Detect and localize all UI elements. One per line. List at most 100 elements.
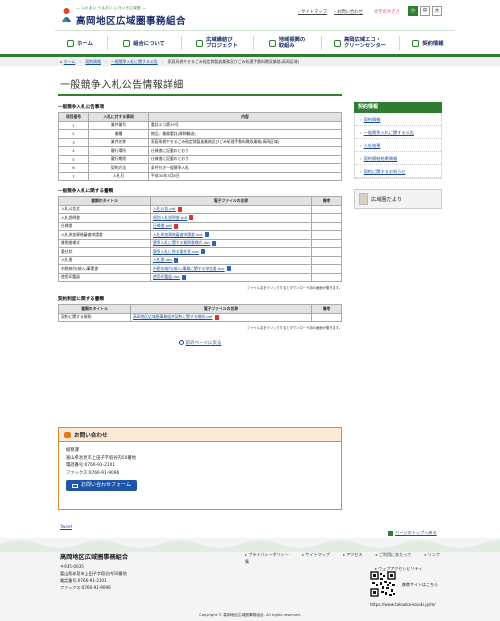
breadcrumb-bid-notice[interactable]: 一般競争入札に関する公告 xyxy=(111,59,158,64)
notice-heading: 一般競争入札公告事項 xyxy=(58,105,104,110)
table-row: 3 業件名称 家庭系燃やせるごみ指定袋製造業務及びごみ処理手数料徴収業務(高岡区域) xyxy=(58,137,342,147)
remarks-cell xyxy=(311,221,342,231)
back-link[interactable]: 前のページに戻る xyxy=(186,341,222,346)
sidebar-item-contract-info[interactable]: › 契約情報 xyxy=(355,113,441,126)
file-cell: 仕様書.pdf xyxy=(150,221,312,231)
file-download-link[interactable]: 入札書.doc xyxy=(153,257,172,262)
footer-org-name: 高岡地区広域圏事務組合 xyxy=(60,554,129,561)
word-file-icon xyxy=(201,249,205,255)
remarks-cell xyxy=(311,204,342,214)
table-cell: 4 xyxy=(58,146,89,156)
file-download-link[interactable]: 仕様書.pdf xyxy=(153,223,172,228)
heart-icon xyxy=(196,39,204,47)
file-download-link[interactable]: 入札公告.pdf xyxy=(153,206,176,211)
table-cell: 履行期限 xyxy=(88,154,149,164)
document-title: 委任状 xyxy=(58,247,151,257)
sitemap-link[interactable]: › サイトマップ xyxy=(298,9,327,15)
arrow-up-icon xyxy=(388,530,393,536)
nav-contract-info[interactable]: 契約情報 xyxy=(401,31,455,55)
table-cell: 6 xyxy=(58,163,89,173)
breadcrumb-contract-info[interactable]: 契約情報 xyxy=(85,59,101,64)
table-cell: 仕様書に記載のとおり xyxy=(148,154,342,164)
document-title: 市税納付(納入)事実書 xyxy=(58,264,151,274)
footer-link-sitemap[interactable]: ▸サイトマップ xyxy=(302,552,336,557)
pdf-file-icon xyxy=(214,314,219,320)
document-title: 入札書 xyxy=(58,255,151,265)
mobile-site-label: 携帯サイトはこちら xyxy=(402,582,438,587)
contract-heading: 契約制度に関する書類 xyxy=(58,297,104,302)
newsletter-banner[interactable]: 広域圏だより xyxy=(354,189,442,209)
font-size-medium-button[interactable]: 中 xyxy=(420,6,430,16)
table-row: 5 履行期限 仕様書に記載のとおり xyxy=(58,154,342,164)
word-file-icon xyxy=(226,266,231,272)
font-size-small-button[interactable]: 小 xyxy=(408,6,418,16)
file-download-link[interactable]: 個別入札説明書.pdf xyxy=(153,215,187,220)
file-download-link[interactable]: 高岡地区広域圏事務組合契約に関する規則.pdf xyxy=(133,314,213,319)
column-header: 項目番号 xyxy=(58,112,89,122)
table-cell: 契約方法 xyxy=(88,163,149,173)
nav-regional-promotion[interactable]: 地域振興の 取組み xyxy=(255,31,319,55)
nav-divider xyxy=(253,36,254,50)
breadcrumb-home[interactable]: ホーム xyxy=(64,59,76,64)
sidebar-item-contract-results[interactable]: › 契約締結結果情報 xyxy=(355,152,441,165)
table-row: 入札書 入札書.doc xyxy=(58,255,342,265)
nav-about[interactable]: 組合について xyxy=(109,31,179,55)
logo-icon[interactable] xyxy=(60,6,73,24)
file-cell: 個別入札説明書.pdf xyxy=(150,213,312,223)
main-content: 一般競争入札公告事項 項目番号 入札に付する事項 内容 1 業件番号 委託エコ第29… xyxy=(58,104,342,346)
column-header: 書類のタイトル xyxy=(58,304,131,314)
site-title[interactable]: 高岡地区広域圏事務組合 xyxy=(76,13,186,27)
file-cell: 入札書.doc xyxy=(150,255,312,265)
footer-link-access[interactable]: ▸アクセス xyxy=(343,552,368,557)
table-cell: 業種 xyxy=(88,129,149,139)
table-row: 7 入札日 平成30年3月8日 xyxy=(58,171,342,181)
table-cell: 家庭系燃やせるごみ指定袋製造業務及びごみ処理手数料徴収業務(高岡区域) xyxy=(148,137,342,147)
nav-divider xyxy=(321,36,322,50)
table-row: 入札参加資格審査申請書 入札参加資格審査申請書.doc xyxy=(58,230,342,240)
file-download-link[interactable]: 競争入札に係る委任状.doc xyxy=(153,249,199,254)
contact-form-button[interactable]: お問い合わせフォーム xyxy=(66,480,137,491)
arrow-right-icon: › xyxy=(360,143,362,148)
nav-matchmaking-project[interactable]: 広域縁結び プロジェクト xyxy=(183,31,251,55)
breadcrumb-separator: › xyxy=(105,59,107,64)
sidebar-item-contract-news[interactable]: › 契約に関するお知らせ xyxy=(355,165,441,178)
table-cell: 委託エコ第29号 xyxy=(148,120,342,130)
tweet-button[interactable]: Tweet xyxy=(60,524,72,529)
table-row: 仕様書 仕様書.pdf xyxy=(58,221,342,231)
sidebar-heading: 契約情報 xyxy=(354,102,442,113)
table-row: 4 履行場所 仕様書に記載のとおり xyxy=(58,146,342,156)
sidebar-item-bid-results[interactable]: › 入札結果 xyxy=(355,139,441,152)
table-cell: 条件付き一般競争入札 xyxy=(148,163,342,173)
contact-link[interactable]: › お問い合わせ xyxy=(334,9,363,15)
table-cell: 7 xyxy=(58,171,89,181)
nav-eco-clean-center[interactable]: 高岡広域エコ・ クリーンセンター xyxy=(323,31,397,55)
table-row: 質問書様式 競争入札に関する質問書様式.doc xyxy=(58,238,342,248)
mobile-site-url[interactable]: https://www.takaoka-kouiki.jp/m/ xyxy=(370,602,436,607)
file-cell: 入札参加資格審査申請書.doc xyxy=(150,230,312,240)
remarks-cell xyxy=(311,264,342,274)
file-download-link[interactable]: 競争入札に関する質問書様式.doc xyxy=(153,240,210,245)
file-download-link[interactable]: 使用印鑑届.doc xyxy=(153,274,180,279)
font-size-large-button[interactable]: 大 xyxy=(432,6,442,16)
contact-dept: 総務課 xyxy=(66,448,79,453)
breadcrumb: ⌂ ホーム › 契約情報 › 一般競争入札に関する公告 › 家庭系燃やせるごみ指… xyxy=(0,57,500,66)
column-header: 電子ファイルの名称 xyxy=(130,304,312,314)
contact-tel: 電話番号:0766-91-2101 xyxy=(66,463,116,468)
document-title: 契約に関する規則 xyxy=(58,312,131,322)
nav-home[interactable]: ホーム xyxy=(55,31,105,55)
table-row: 2 業種 物品、業務委託(貨物輸送) xyxy=(58,129,342,139)
file-download-link[interactable]: 市税の納付(納入)事務に関する申告書.doc xyxy=(153,266,225,271)
table-cell: 5 xyxy=(58,154,89,164)
table-row: 1 業件番号 委託エコ第29号 xyxy=(58,120,342,130)
footer-link-terms[interactable]: ▸ご利用にあたって xyxy=(376,552,418,557)
table-row: 入札説明書 個別入札説明書.pdf xyxy=(58,213,342,223)
footer-link-privacy[interactable]: ▸プライバシーポリシー xyxy=(245,552,295,557)
handshake-icon xyxy=(412,39,420,47)
sidebar-item-bid-notice[interactable]: › 一般競争入札に関する公告 xyxy=(355,126,441,139)
file-download-link[interactable]: 入札参加資格審査申請書.doc xyxy=(153,232,203,237)
newsletter-thumbnail-icon xyxy=(359,193,368,205)
table-cell: 1 xyxy=(58,120,89,130)
column-header: 内容 xyxy=(148,112,342,122)
column-header: 備考 xyxy=(311,304,342,314)
remarks-cell xyxy=(311,213,342,223)
